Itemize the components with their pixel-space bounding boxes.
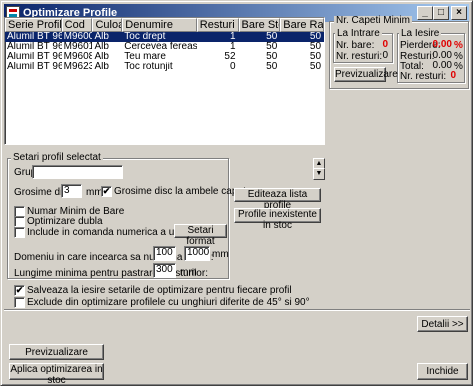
- editeaza-lista-button[interactable]: Editeaza lista profile: [234, 188, 321, 211]
- optimizare-profile-window: Optimizare Profile _ □ × Serie Profile C…: [0, 0, 473, 386]
- cell-resturi-stoc: 1: [229, 32, 236, 42]
- maximize-button[interactable]: □: [433, 6, 449, 20]
- cell-resturi-stoc: 0: [229, 62, 236, 72]
- column-header-denumire[interactable]: Denumire: [122, 18, 197, 32]
- profile-table[interactable]: Serie Profile Cod Culoare Denumire Restu…: [4, 17, 325, 145]
- table-row[interactable]: Alumil BT 9600 M9608 Alb Teu mare 52 50 …: [5, 52, 324, 62]
- cell-bare-ramase: 50: [309, 52, 322, 62]
- cell-cod: M9600: [63, 32, 93, 42]
- pierdere-value: 0.00: [432, 39, 452, 50]
- domeniu-min-input[interactable]: 100: [153, 246, 176, 261]
- salveaza-setari-label: Salveaza la iesire setarile de optimizar…: [27, 285, 292, 296]
- optimizare-dubla-label: Optimizare dubla: [27, 216, 103, 227]
- nr-bare-value: 0: [382, 39, 388, 50]
- grosime-ambele-label: Grosime disc la ambele capete: [114, 186, 252, 197]
- column-header-culoare[interactable]: Culoare: [92, 18, 123, 32]
- cell-culoare: Alb: [94, 62, 109, 72]
- lungime-minima-input[interactable]: 300: [153, 263, 176, 278]
- separator: [4, 309, 470, 311]
- domeniu-max-input[interactable]: 1000: [184, 246, 210, 261]
- window-controls: _ □ ×: [417, 6, 467, 20]
- table-row[interactable]: Alumil BT 9600 M9601 Alb Cercevea fereas…: [5, 42, 324, 52]
- grosime-disc-input[interactable]: 3: [61, 184, 82, 198]
- cell-bare-ramase: 50: [309, 32, 322, 42]
- previzualizare-capeti-button[interactable]: Previzualizare: [334, 67, 398, 82]
- inchide-button[interactable]: Inchide: [417, 363, 468, 380]
- cell-culoare: Alb: [94, 52, 109, 62]
- lungime-minima-unit: mm: [180, 267, 197, 278]
- nr-bare-label: Nr. bare:: [336, 40, 375, 51]
- cell-denumire: Cercevea fereastra: [124, 42, 197, 52]
- cell-serie: Alumil BT 9600: [7, 62, 62, 72]
- column-header-cod[interactable]: Cod: [61, 18, 93, 32]
- table-row[interactable]: Alumil BT 9600 M9600 Alb Toc drept 1 50 …: [5, 32, 324, 42]
- pierdere-unit: %: [454, 40, 463, 51]
- cell-resturi-stoc: 1: [229, 42, 236, 52]
- exclude-unghiuri-checkbox[interactable]: [14, 297, 25, 308]
- minimize-button[interactable]: _: [417, 6, 433, 20]
- setari-format-button[interactable]: Setari format: [174, 224, 227, 247]
- cell-cod: M9608: [63, 52, 93, 62]
- grosime-ambele-checkbox[interactable]: ✔: [101, 186, 112, 197]
- move-down-button[interactable]: ▼: [313, 168, 325, 180]
- la-iesire-title: La Iesire: [399, 28, 442, 39]
- domeniu-unit: mm: [212, 249, 229, 260]
- optimizare-dubla-checkbox[interactable]: [14, 216, 25, 227]
- capeti-minim-title: Nr. Capeti Minim: [334, 15, 412, 26]
- cell-culoare: Alb: [94, 42, 109, 52]
- cell-serie: Alumil BT 9600: [7, 42, 62, 52]
- column-header-bare-stoc[interactable]: Bare Stoc: [238, 18, 281, 32]
- setari-profil-title: Setari profil selectat: [11, 152, 103, 163]
- cell-cod: M9601: [63, 42, 93, 52]
- cell-serie: Alumil BT 9600: [7, 52, 62, 62]
- previzualizare-button[interactable]: Previzualizare: [9, 344, 104, 360]
- cell-resturi-stoc: 52: [224, 52, 236, 62]
- profile-inexistente-button[interactable]: Profile inexistente in stoc: [234, 208, 321, 231]
- grupa-input[interactable]: [32, 165, 123, 179]
- comanda-numerica-checkbox[interactable]: [14, 227, 25, 238]
- exclude-unghiuri-label: Exclude din optimizare profilele cu ungh…: [27, 297, 310, 308]
- lungime-minima-label: Lungime minima pentru pastrarea resturil…: [14, 268, 208, 279]
- cell-bare-ramase: 50: [309, 62, 322, 72]
- total-value: 0.00: [432, 60, 452, 71]
- cell-denumire: Toc drept: [124, 32, 166, 42]
- nr-resturi-intrare-value: 0: [382, 50, 388, 61]
- cell-bare-stoc: 50: [266, 62, 278, 72]
- table-header: Serie Profile Cod Culoare Denumire Restu…: [5, 18, 324, 32]
- nr-resturi-iesire-value: 0: [450, 70, 456, 81]
- aplica-optimizarea-button[interactable]: Aplica optimizarea in stoc: [9, 363, 104, 386]
- cell-bare-stoc: 50: [266, 52, 278, 62]
- cell-culoare: Alb: [94, 32, 109, 42]
- close-button[interactable]: ×: [451, 6, 467, 20]
- detalii-button[interactable]: Detalii >>: [417, 316, 468, 332]
- table-row[interactable]: Alumil BT 9600 M9623 Alb Toc rotunjit 0 …: [5, 62, 324, 72]
- cell-bare-stoc: 50: [266, 42, 278, 52]
- cell-cod: M9623: [63, 62, 93, 72]
- cell-denumire: Teu mare: [124, 52, 166, 62]
- nr-resturi-iesire-label: Nr. resturi:: [400, 71, 447, 82]
- column-header-bare-ramase[interactable]: Bare Ramase: [280, 18, 324, 32]
- column-header-serie[interactable]: Serie Profile: [5, 18, 62, 32]
- salveaza-setari-checkbox[interactable]: ✔: [14, 285, 25, 296]
- cell-serie: Alumil BT 9600: [7, 32, 62, 42]
- cell-denumire: Toc rotunjit: [124, 62, 173, 72]
- cell-bare-ramase: 50: [309, 42, 322, 52]
- column-header-resturi-stoc[interactable]: Resturi Stoc: [196, 18, 239, 32]
- cell-bare-stoc: 50: [266, 32, 278, 42]
- la-intrare-title: La Intrare: [335, 28, 382, 39]
